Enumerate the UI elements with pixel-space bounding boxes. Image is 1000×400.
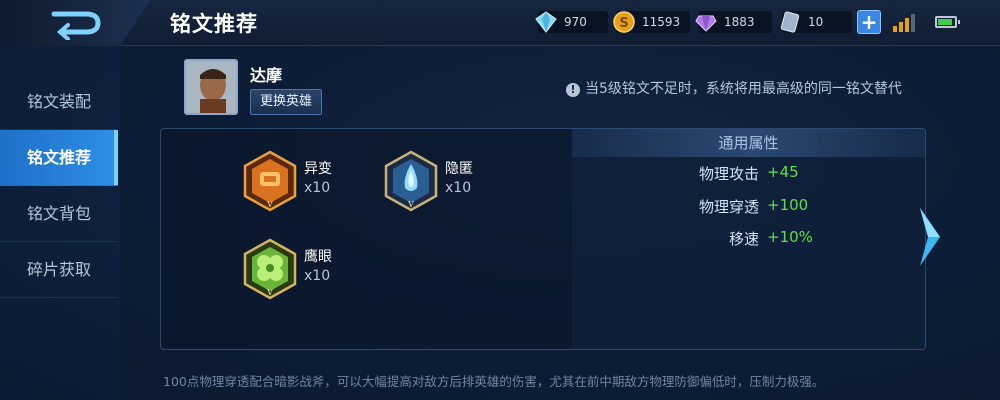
- attribute-row: 移速 +10%: [572, 228, 925, 250]
- sidebar: 铭文装配 铭文推荐 铭文背包 碎片获取: [0, 46, 118, 400]
- attribute-value: +10%: [767, 228, 813, 246]
- back-arrow-icon: [51, 11, 101, 40]
- sidebar-item-fragment-obtain[interactable]: 碎片获取: [0, 242, 118, 298]
- rune-name: 异变: [304, 161, 332, 177]
- next-page-arrow-icon[interactable]: [918, 206, 942, 268]
- gold-counter[interactable]: S 11593: [613, 11, 690, 33]
- rune-substitute-notice: ! 当5级铭文不足时，系统将用最高级的同一铭文替代: [566, 78, 902, 98]
- attribute-label: 物理穿透: [698, 198, 759, 216]
- crystal-value: 1883: [724, 15, 755, 29]
- sidebar-item-rune-recommend[interactable]: 铭文推荐: [0, 130, 118, 186]
- sidebar-item-rune-bag[interactable]: 铭文背包: [0, 186, 118, 242]
- rune-item-hawkeye[interactable]: V 鹰眼 x10: [242, 238, 382, 308]
- svg-text:V: V: [266, 288, 273, 297]
- page-title: 铭文推荐: [170, 12, 258, 36]
- rune-description: 100点物理穿透配合暗影战斧，可以大幅提高对敌方后排英雄的伤害，尤其在前中期敌方…: [163, 374, 825, 389]
- hero-portrait-image: [186, 61, 236, 113]
- add-currency-button[interactable]: +: [857, 10, 881, 34]
- battery-icon: [935, 16, 960, 28]
- diamond-icon: [535, 11, 557, 33]
- voucher-icon: [780, 11, 800, 33]
- gold-value: 11593: [642, 15, 681, 29]
- attribute-header: 通用属性: [572, 129, 925, 157]
- back-button[interactable]: [0, 0, 150, 46]
- blue-rune-icon: V: [384, 150, 438, 212]
- attribute-label: 移速: [728, 230, 759, 248]
- notice-text: 当5级铭文不足时，系统将用最高级的同一铭文替代: [585, 81, 902, 97]
- crystal-counter[interactable]: 1883: [695, 11, 772, 33]
- sidebar-item-rune-setup[interactable]: 铭文装配: [0, 74, 118, 130]
- rune-count: x10: [304, 180, 331, 196]
- purple-crystal-icon: [695, 15, 717, 32]
- voucher-counter[interactable]: 10: [780, 11, 852, 33]
- hero-name: 达摩: [250, 66, 283, 85]
- rune-item-mutation[interactable]: V 异变 x10: [242, 150, 382, 220]
- diamond-counter[interactable]: 970: [535, 11, 608, 33]
- attribute-label: 物理攻击: [698, 165, 759, 183]
- rune-name: 隐匿: [445, 161, 473, 177]
- attribute-panel: 通用属性 物理攻击 +45 物理穿透 +100 移速 +10%: [572, 129, 925, 349]
- top-bar: 铭文推荐 970 S 11593 1883 10 +: [0, 0, 1000, 46]
- svg-text:V: V: [266, 200, 273, 209]
- rune-name: 鹰眼: [304, 249, 332, 265]
- red-rune-icon: V: [243, 150, 297, 212]
- hero-avatar[interactable]: [184, 59, 238, 115]
- rune-count: x10: [304, 268, 331, 284]
- svg-text:V: V: [407, 200, 414, 209]
- info-icon: !: [566, 83, 580, 97]
- green-rune-icon: V: [243, 238, 297, 300]
- gold-coin-icon: S: [613, 11, 635, 33]
- rune-count: x10: [445, 180, 472, 196]
- diamond-value: 970: [564, 15, 587, 29]
- svg-text:S: S: [619, 16, 628, 31]
- attribute-value: +45: [767, 163, 799, 181]
- attribute-row: 物理穿透 +100: [572, 196, 925, 218]
- change-hero-button[interactable]: 更换英雄: [250, 89, 322, 115]
- rune-item-concealment[interactable]: V 隐匿 x10: [383, 150, 523, 220]
- attribute-value: +100: [767, 196, 809, 214]
- signal-icon: [893, 14, 915, 32]
- voucher-value: 10: [808, 15, 824, 29]
- attribute-row: 物理攻击 +45: [572, 163, 925, 185]
